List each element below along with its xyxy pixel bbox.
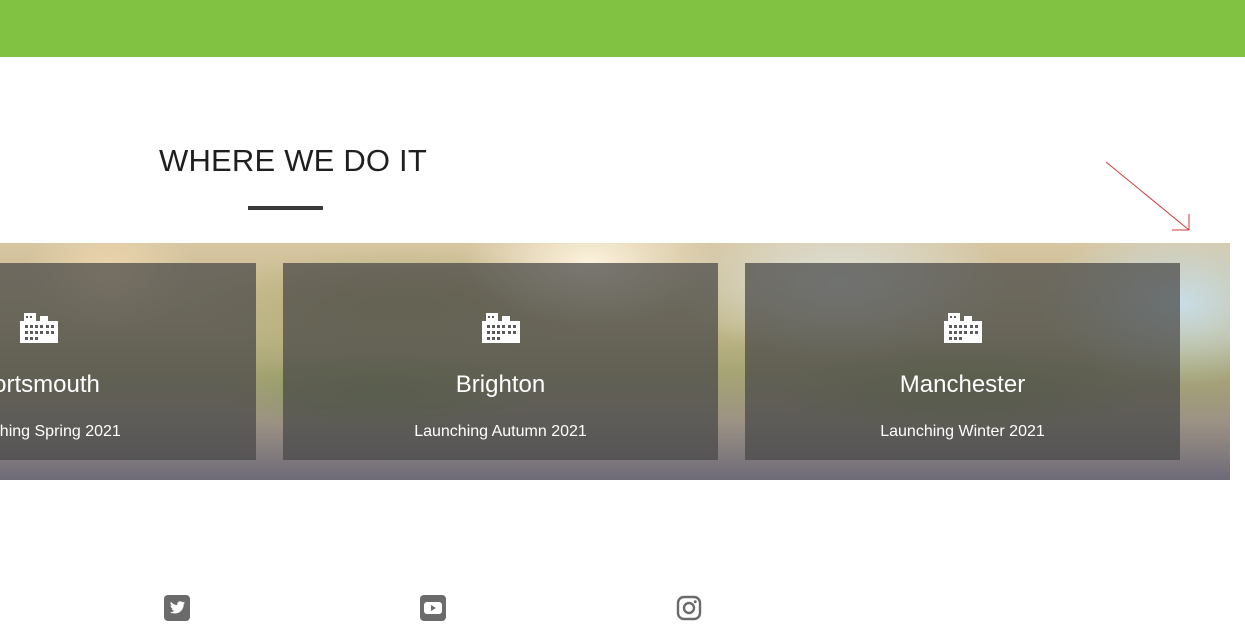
section-title: WHERE WE DO IT	[159, 143, 428, 178]
top-header-bar	[0, 0, 1245, 57]
building-icon	[481, 313, 520, 343]
location-status: Launching Spring 2021	[0, 423, 121, 440]
location-city: Manchester	[899, 371, 1026, 398]
building-icon	[19, 313, 58, 343]
instagram-link[interactable]	[675, 594, 703, 622]
building-icon	[943, 313, 982, 343]
twitter-link[interactable]	[163, 594, 191, 622]
instagram-icon	[676, 595, 702, 621]
location-card-portsmouth[interactable]: Portsmouth Launching Spring 2021	[0, 263, 256, 460]
location-city: Brighton	[455, 371, 546, 398]
title-underline	[248, 206, 323, 210]
youtube-icon	[420, 595, 446, 621]
twitter-icon	[164, 595, 190, 621]
location-status: Launching Autumn 2021	[414, 423, 587, 440]
location-status: Launching Winter 2021	[880, 423, 1045, 440]
locations-banner: Portsmouth Launching Spring 2021 Brighto…	[0, 243, 1230, 480]
location-city: Portsmouth	[0, 371, 100, 398]
arrow-down-right-icon	[1105, 161, 1190, 231]
location-card-brighton[interactable]: Brighton Launching Autumn 2021	[283, 263, 718, 460]
youtube-link[interactable]	[419, 594, 447, 622]
location-card-manchester[interactable]: Manchester Launching Winter 2021	[745, 263, 1180, 460]
